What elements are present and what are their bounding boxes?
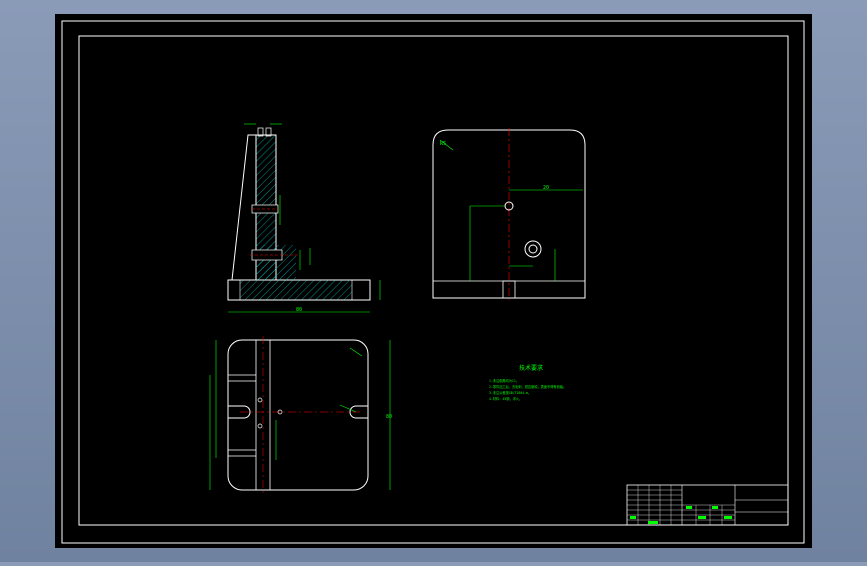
height-dimension-label: 80 xyxy=(386,414,392,420)
hole-offset-label: 20 xyxy=(543,185,549,191)
cad-viewport[interactable]: 80 20 R5 80 技术要求 1.未注倒角均为C1。 2.零件加工后，去毛刺… xyxy=(0,0,867,562)
tech-req-3: 3.未注公差按GB/T1804-m。 xyxy=(489,390,531,395)
tech-requirements-title: 技术要求 xyxy=(519,364,543,372)
base-dimension-label: 80 xyxy=(296,307,302,313)
base-hatch xyxy=(239,279,353,301)
tech-req-4: 4.材料：45钢，淬火。 xyxy=(489,396,522,401)
drawing-canvas[interactable]: 80 20 R5 80 技术要求 1.未注倒角均为C1。 2.零件加工后，去毛刺… xyxy=(0,0,867,562)
radius-label: R5 xyxy=(440,141,446,147)
tech-req-2: 2.零件加工后，去毛刺，锐边倒钝，表面不得有划痕。 xyxy=(489,384,566,389)
tech-req-1: 1.未注倒角均为C1。 xyxy=(489,378,519,383)
